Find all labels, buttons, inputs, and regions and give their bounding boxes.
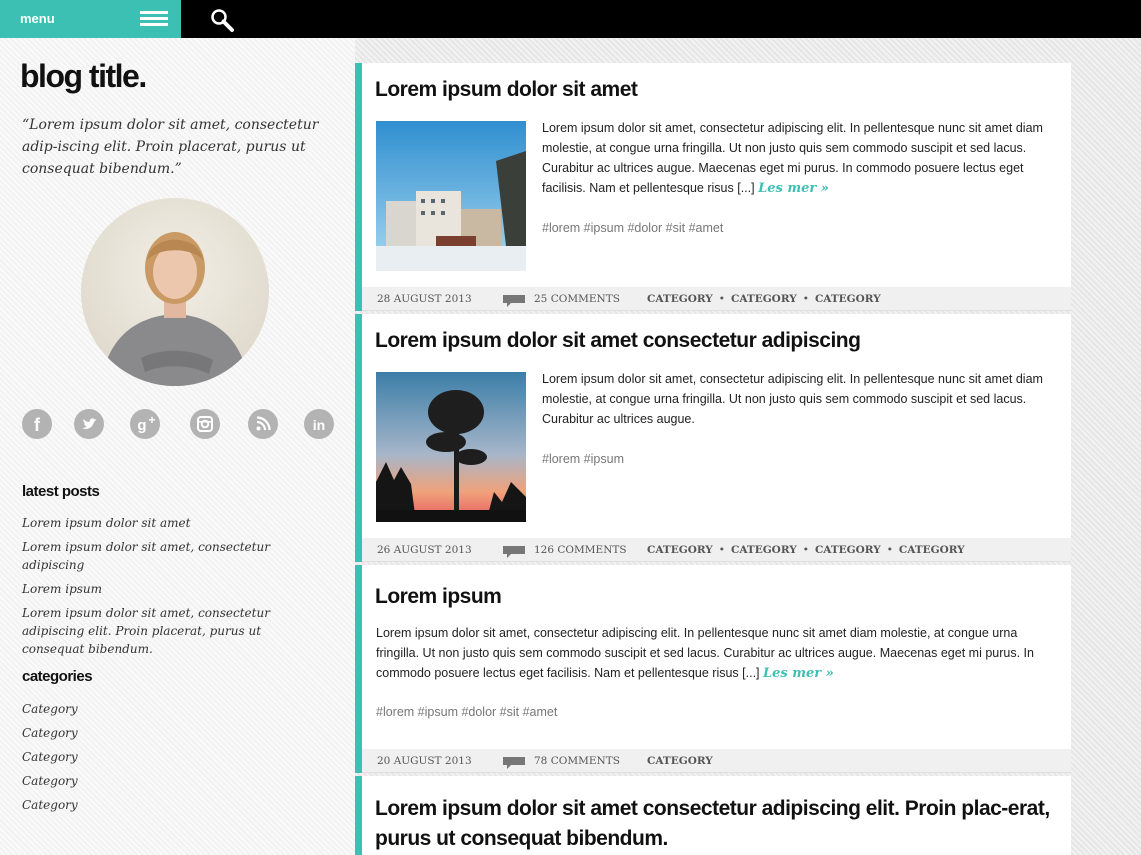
post-card: Lorem ipsum dolor sit amet consectetur a…	[355, 776, 1071, 855]
comment-icon	[503, 546, 525, 558]
instagram-icon[interactable]	[190, 409, 220, 439]
menu-button[interactable]: menu	[0, 0, 181, 38]
read-more-link[interactable]: Les mer »	[763, 666, 834, 681]
separator-dot: •	[802, 544, 809, 556]
svg-text:g: g	[137, 417, 146, 434]
post-title[interactable]: Lorem ipsum	[375, 585, 502, 609]
post-excerpt-text: Lorem ipsum dolor sit amet, consectetur …	[376, 626, 1034, 680]
twitter-icon[interactable]	[74, 409, 104, 439]
post-tags[interactable]: #lorem #ipsum #dolor #sit #amet	[542, 221, 723, 235]
post-thumbnail[interactable]	[376, 372, 526, 522]
category-link[interactable]: Category	[22, 700, 322, 718]
post-date: 26 AUGUST 2013	[377, 544, 472, 556]
post-date: 28 AUGUST 2013	[377, 293, 472, 305]
post-excerpt: Lorem ipsum dolor sit amet, consectetur …	[376, 623, 1046, 683]
hamburger-icon	[140, 11, 168, 27]
post-card: Lorem ipsum dolor sit amet Lorem ipsum d…	[355, 63, 1071, 311]
comments-link[interactable]: 78 COMMENTS	[534, 755, 620, 767]
read-more-link[interactable]: Les mer »	[758, 181, 829, 196]
post-tags[interactable]: #lorem #ipsum	[542, 452, 624, 466]
post-title[interactable]: Lorem ipsum dolor sit amet consectetur a…	[375, 329, 861, 353]
svg-text:+: +	[148, 413, 155, 427]
post-tags[interactable]: #lorem #ipsum #dolor #sit #amet	[376, 705, 557, 719]
post-excerpt: Lorem ipsum dolor sit amet, consectetur …	[542, 118, 1047, 198]
svg-text:f: f	[34, 415, 41, 435]
post-category-link[interactable]: CATEGORY	[899, 544, 965, 556]
post-category-link[interactable]: CATEGORY	[647, 544, 713, 556]
post-categories: CATEGORY	[647, 755, 713, 767]
post-meta: 28 AUGUST 2013 25 COMMENTS CATEGORY • CATE…	[362, 287, 1071, 311]
post-category-link[interactable]: CATEGORY	[647, 755, 713, 767]
latest-post-link[interactable]: Lorem ipsum	[22, 580, 322, 598]
post-excerpt-text: Lorem ipsum dolor sit amet, consectetur …	[542, 372, 1043, 426]
latest-posts-list: Lorem ipsum dolor sit amet Lorem ipsum d…	[22, 514, 322, 664]
post-categories: CATEGORY • CATEGORY • CATEGORY	[647, 293, 881, 305]
post-category-link[interactable]: CATEGORY	[647, 293, 713, 305]
post-category-link[interactable]: CATEGORY	[731, 293, 797, 305]
separator-dot: •	[718, 293, 725, 305]
search-icon	[211, 9, 234, 32]
post-excerpt: Lorem ipsum dolor sit amet, consectetur …	[542, 369, 1047, 429]
categories-list: Category Category Category Category Cate…	[22, 700, 322, 820]
google-plus-icon[interactable]: g +	[130, 409, 160, 439]
latest-post-link[interactable]: Lorem ipsum dolor sit amet	[22, 514, 322, 532]
blog-title[interactable]: blog title.	[20, 58, 147, 95]
linkedin-icon[interactable]: in	[304, 409, 334, 439]
separator-dot: •	[886, 544, 893, 556]
post-date: 20 AUGUST 2013	[377, 755, 472, 767]
comment-icon	[503, 757, 525, 769]
comments-link[interactable]: 25 COMMENTS	[534, 293, 620, 305]
post-categories: CATEGORY • CATEGORY • CATEGORY • CATEGORY	[647, 544, 965, 556]
post-title[interactable]: Lorem ipsum dolor sit amet	[375, 78, 638, 102]
post-card: Lorem ipsum Lorem ipsum dolor sit amet, …	[355, 565, 1071, 773]
category-link[interactable]: Category	[22, 748, 322, 766]
category-link[interactable]: Category	[22, 724, 322, 742]
post-meta: 26 AUGUST 2013 126 COMMENTS CATEGORY • CAT…	[362, 538, 1071, 562]
separator-dot: •	[718, 544, 725, 556]
author-avatar	[81, 198, 269, 386]
svg-text:in: in	[313, 417, 325, 433]
category-link[interactable]: Category	[22, 796, 322, 814]
separator-dot: •	[802, 293, 809, 305]
rss-icon[interactable]	[248, 409, 278, 439]
post-category-link[interactable]: CATEGORY	[815, 293, 881, 305]
comment-icon	[503, 295, 525, 307]
top-bar: menu	[0, 0, 1141, 38]
comments-link[interactable]: 126 COMMENTS	[534, 544, 627, 556]
latest-post-link[interactable]: Lorem ipsum dolor sit amet, consectetur …	[22, 604, 322, 658]
category-link[interactable]: Category	[22, 772, 322, 790]
menu-label: menu	[20, 11, 55, 26]
post-meta: 20 AUGUST 2013 78 COMMENTS CATEGORY	[362, 749, 1071, 773]
post-title[interactable]: Lorem ipsum dolor sit amet consectetur a…	[375, 794, 1055, 854]
categories-heading: categories	[22, 668, 93, 685]
latest-post-link[interactable]: Lorem ipsum dolor sit amet, consectetur …	[22, 538, 322, 574]
post-category-link[interactable]: CATEGORY	[731, 544, 797, 556]
post-category-link[interactable]: CATEGORY	[815, 544, 881, 556]
search-button[interactable]	[208, 6, 236, 34]
facebook-icon[interactable]: f	[22, 409, 52, 439]
sidebar: blog title. “Lorem ipsum dolor sit amet,…	[0, 38, 355, 855]
blog-tagline: “Lorem ipsum dolor sit amet, consectetur…	[22, 117, 319, 177]
post-thumbnail[interactable]	[376, 121, 526, 271]
post-card: Lorem ipsum dolor sit amet consectetur a…	[355, 314, 1071, 562]
latest-posts-heading: latest posts	[22, 483, 100, 500]
